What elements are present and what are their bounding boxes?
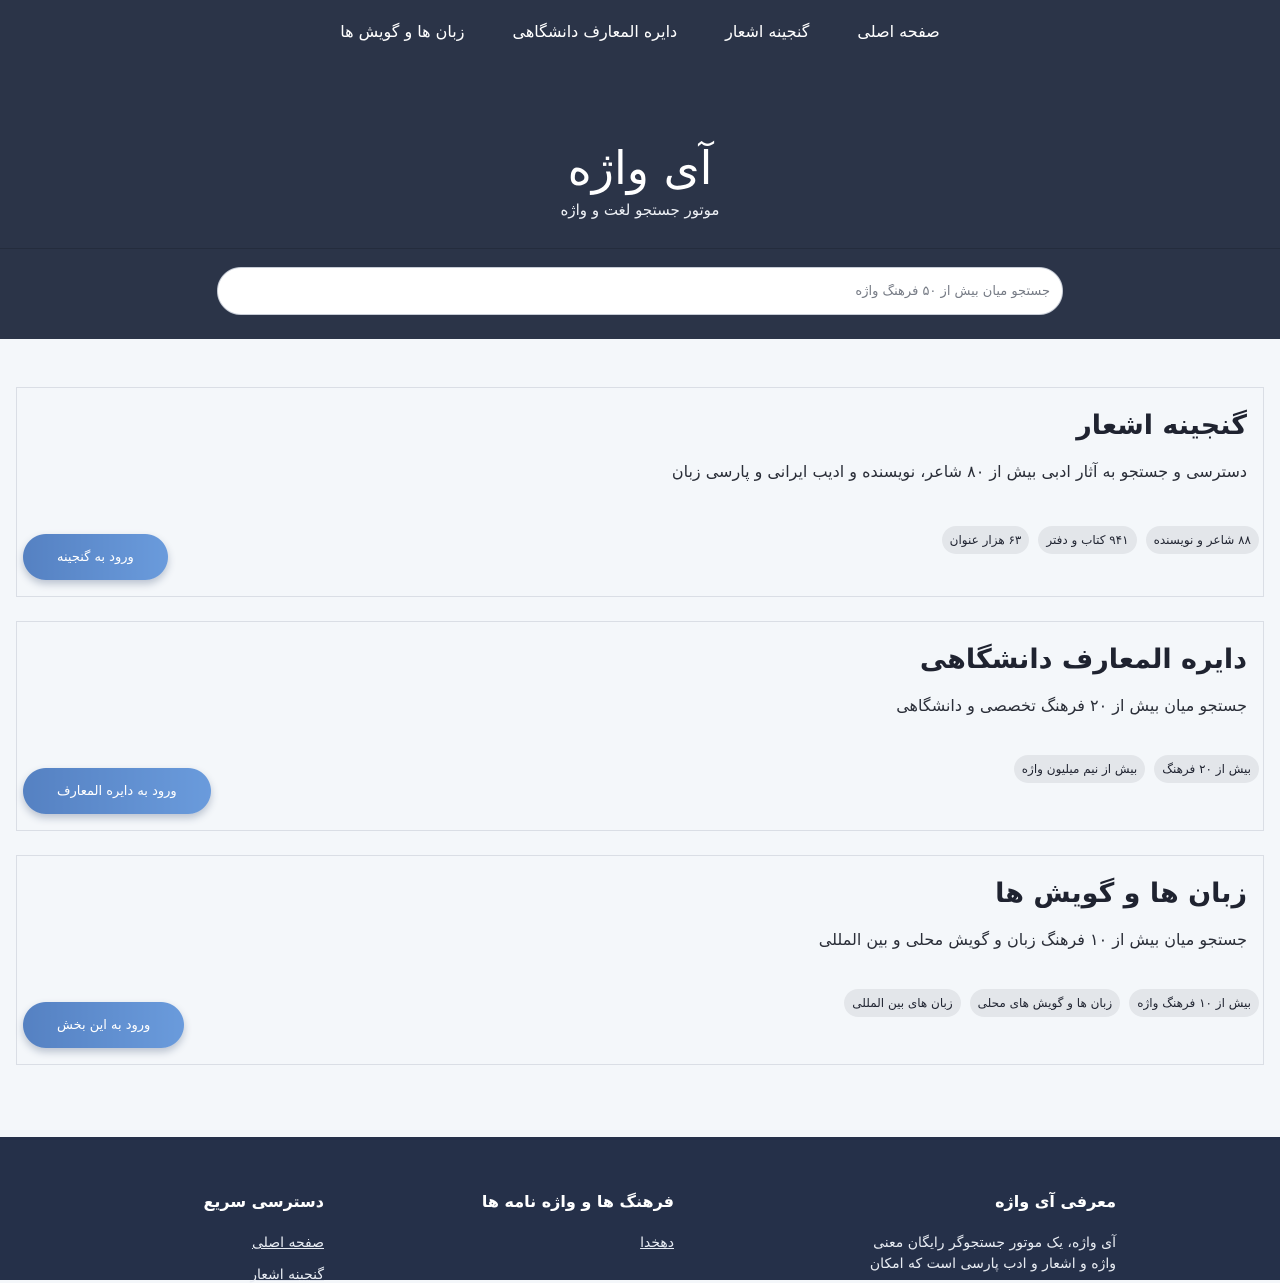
tag: ۸۸ شاعر و نویسنده xyxy=(1145,526,1259,554)
site-header: صفحه اصلی گنجینه اشعار دایره المعارف دان… xyxy=(0,0,1280,339)
tag: بیش از ۱۰ فرهنگ واژه xyxy=(1129,989,1259,1017)
section-description: جستجو میان بیش از ۲۰ فرهنگ تخصصی و دانشگ… xyxy=(896,696,1247,715)
nav-item-home[interactable]: صفحه اصلی xyxy=(857,22,939,41)
tag-list: بیش از ۲۰ فرهنگ بیش از نیم میلیون واژه xyxy=(1013,755,1259,783)
tag: ۹۴۱ کتاب و دفتر xyxy=(1038,526,1137,554)
footer-about: معرفی آی واژه آی واژه، یک موتور جستجوگر … xyxy=(858,1192,1116,1275)
header-divider xyxy=(0,248,1280,249)
enter-poetry-button[interactable]: ورود به گنجینه xyxy=(23,534,168,580)
tag: زبان های بین المللی xyxy=(844,989,961,1017)
footer-about-title: معرفی آی واژه xyxy=(995,1192,1116,1211)
section-title: زبان ها و گویش ها xyxy=(995,878,1247,909)
footer-about-text: آی واژه، یک موتور جستجوگر رایگان معنی وا… xyxy=(869,1235,1116,1272)
nav-item-poetry[interactable]: گنجینه اشعار xyxy=(725,22,809,41)
tag-list: ۸۸ شاعر و نویسنده ۹۴۱ کتاب و دفتر ۶۳ هزا… xyxy=(941,526,1259,554)
tag: بیش از نیم میلیون واژه xyxy=(1013,755,1146,783)
section-card-languages: زبان ها و گویش ها جستجو میان بیش از ۱۰ ف… xyxy=(16,855,1264,1065)
footer-dictionaries: فرهنگ ها و واژه نامه ها دهخدا xyxy=(482,1192,674,1251)
site-title: آی واژه xyxy=(567,141,713,195)
nav-item-languages[interactable]: زبان ها و گویش ها xyxy=(340,22,464,41)
section-title: دایره المعارف دانشگاهی xyxy=(919,644,1247,675)
site-footer: معرفی آی واژه آی واژه، یک موتور جستجوگر … xyxy=(0,1137,1280,1283)
footer-quick-access: دسترسی سریع صفحه اصلی گنجینه اشعار xyxy=(203,1192,324,1283)
section-card-poetry: گنجینه اشعار دسترسی و جستجو به آثار ادبی… xyxy=(16,387,1264,597)
enter-encyclopedia-button[interactable]: ورود به دایره المعارف xyxy=(23,768,211,814)
footer-link-poetry[interactable]: گنجینه اشعار xyxy=(203,1267,324,1283)
footer-dictionaries-title: فرهنگ ها و واژه نامه ها xyxy=(481,1192,674,1211)
site-subtitle: موتور جستجو لغت و واژه xyxy=(560,201,720,219)
footer-quick-title: دسترسی سریع xyxy=(203,1192,324,1211)
search-input[interactable] xyxy=(217,267,1063,315)
brand: آی واژه موتور جستجو لغت و واژه xyxy=(0,138,1280,219)
enter-languages-button[interactable]: ورود به این بخش xyxy=(23,1002,185,1048)
section-description: دسترسی و جستجو به آثار ادبی بیش از ۸۰ شا… xyxy=(671,462,1247,481)
section-card-encyclopedia: دایره المعارف دانشگاهی جستجو میان بیش از… xyxy=(16,621,1264,831)
section-description: جستجو میان بیش از ۱۰ فرهنگ زبان و گویش م… xyxy=(818,930,1247,949)
main-nav: صفحه اصلی گنجینه اشعار دایره المعارف دان… xyxy=(0,0,1280,62)
section-title: گنجینه اشعار xyxy=(1076,410,1247,441)
tag: ۶۳ هزار عنوان xyxy=(941,526,1030,554)
footer-link-home[interactable]: صفحه اصلی xyxy=(203,1235,324,1251)
tag: بیش از ۲۰ فرهنگ xyxy=(1154,755,1259,783)
footer-link-dehkhoda[interactable]: دهخدا xyxy=(482,1235,674,1251)
tag-list: بیش از ۱۰ فرهنگ واژه زبان ها و گویش های … xyxy=(844,989,1259,1017)
nav-item-encyclopedia[interactable]: دایره المعارف دانشگاهی xyxy=(512,22,677,41)
tag: زبان ها و گویش های محلی xyxy=(969,989,1121,1017)
